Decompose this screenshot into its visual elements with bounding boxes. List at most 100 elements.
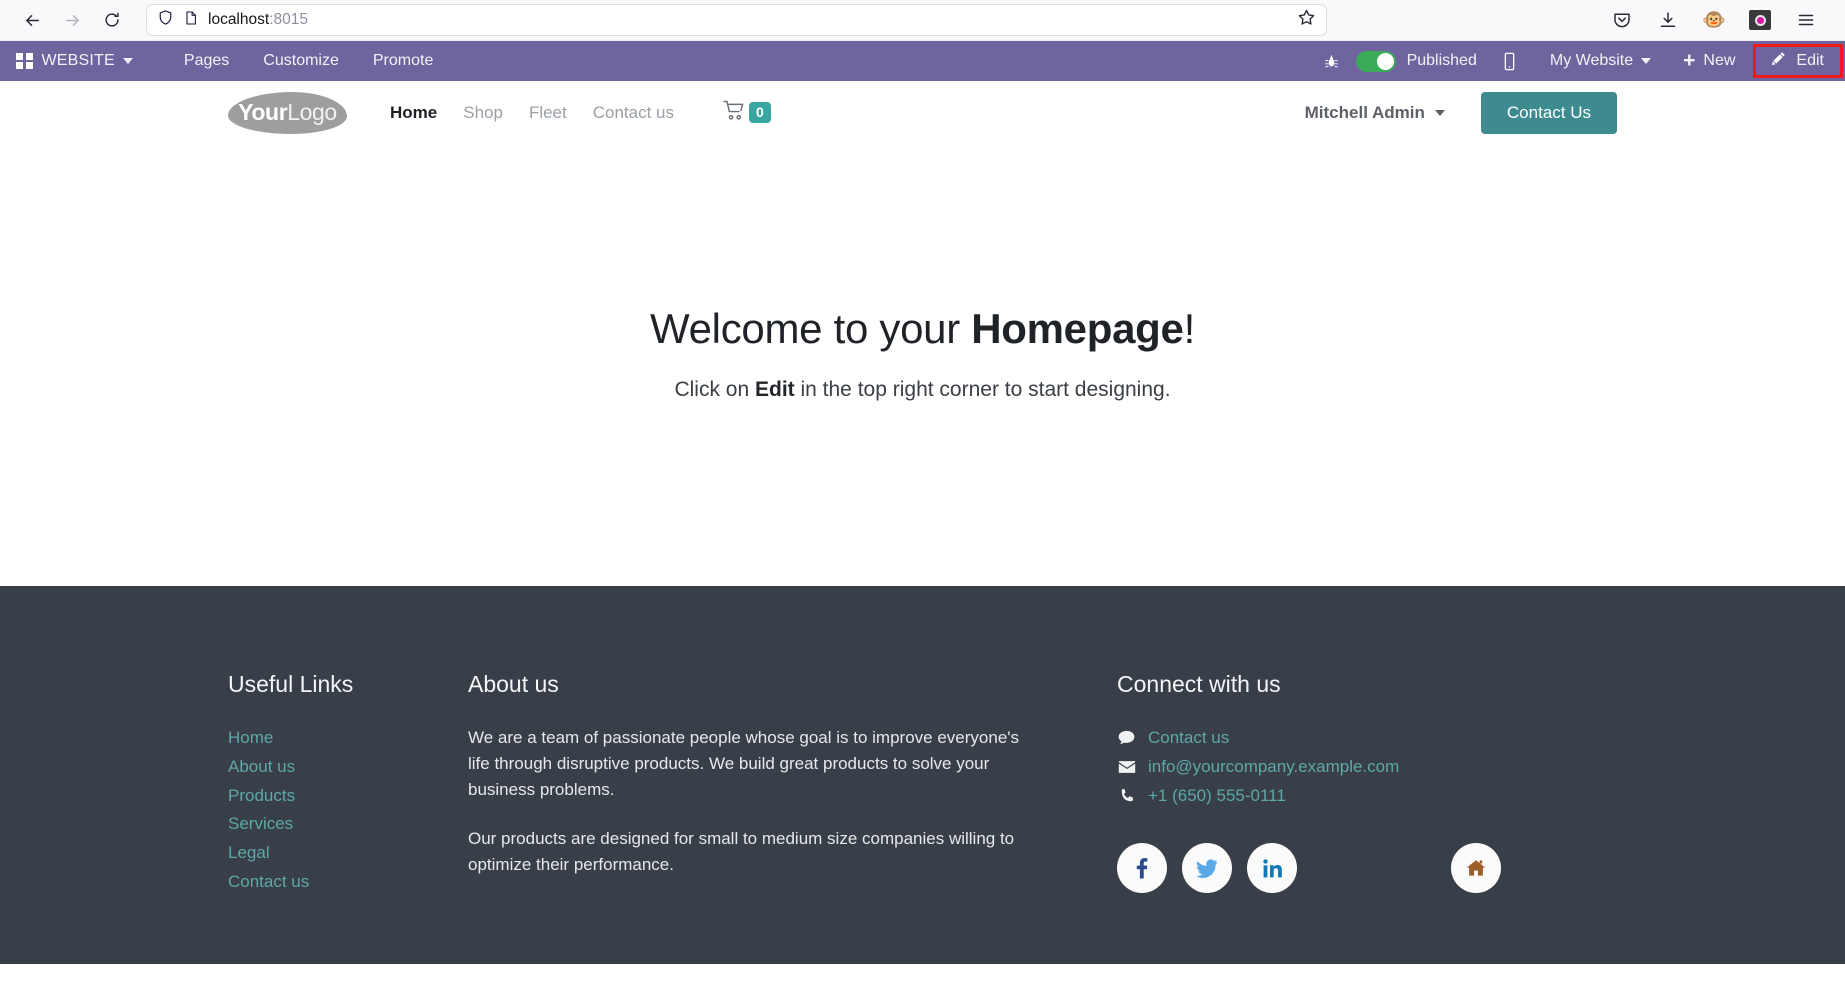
shield-icon[interactable] xyxy=(157,9,174,31)
browser-extensions-area: 🐵 xyxy=(1607,5,1831,35)
social-links xyxy=(1117,843,1617,894)
reload-icon xyxy=(103,11,121,29)
cart-button[interactable]: 0 xyxy=(723,100,771,126)
extension-icon[interactable] xyxy=(1745,5,1775,35)
back-button[interactable] xyxy=(14,4,50,36)
back-arrow-icon xyxy=(23,11,42,30)
footer-link-services[interactable]: Services xyxy=(228,811,468,837)
main-content: Welcome to your Homepage! Click on Edit … xyxy=(0,145,1845,586)
phone-icon xyxy=(1117,788,1136,804)
nav-link-home[interactable]: Home xyxy=(377,97,450,129)
star-icon[interactable] xyxy=(1297,8,1316,32)
odoo-top-navbar: WEBSITE Pages Customize Promote Publishe… xyxy=(0,41,1845,81)
facebook-icon[interactable] xyxy=(1117,843,1167,894)
useful-links-list: Home About us Products Services Legal Co… xyxy=(228,725,468,895)
menu-item-customize[interactable]: Customize xyxy=(246,43,356,79)
extension-dot-icon xyxy=(1754,14,1766,26)
website-header-right: Mitchell Admin Contact Us xyxy=(1305,91,1617,134)
app-name-label: WEBSITE xyxy=(41,52,115,69)
logo-text-bold: Your xyxy=(238,99,288,125)
subtext-suffix: in the top right corner to start designi… xyxy=(794,378,1171,401)
contact-link-chat[interactable]: Contact us xyxy=(1148,725,1229,751)
linkedin-icon[interactable] xyxy=(1247,843,1297,894)
about-paragraph-2: Our products are designed for small to m… xyxy=(468,828,1015,874)
website-selector[interactable]: My Website xyxy=(1536,52,1665,70)
footer-link-products[interactable]: Products xyxy=(228,783,468,809)
browser-toolbar: localhost:8015 🐵 xyxy=(0,0,1845,41)
contact-row-email: info@yourcompany.example.com xyxy=(1117,754,1617,780)
about-paragraph-1: We are a team of passionate people whose… xyxy=(468,728,1020,800)
user-name-label: Mitchell Admin xyxy=(1304,102,1425,122)
new-button[interactable]: + New xyxy=(1665,50,1753,71)
url-text[interactable]: localhost:8015 xyxy=(208,11,1288,29)
new-label: New xyxy=(1703,52,1736,69)
connect-title: Connect with us xyxy=(1117,671,1281,697)
mobile-preview-icon[interactable] xyxy=(1483,52,1536,71)
chevron-down-icon xyxy=(122,58,133,64)
edit-button[interactable]: Edit xyxy=(1753,44,1843,78)
about-title: About us xyxy=(468,671,559,697)
reload-button[interactable] xyxy=(94,4,130,36)
monkey-avatar-icon[interactable]: 🐵 xyxy=(1699,5,1729,35)
contact-row-chat: Contact us xyxy=(1117,725,1617,751)
odoo-navbar-left: WEBSITE Pages Customize Promote xyxy=(0,43,450,79)
page-document-icon xyxy=(183,10,199,31)
footer-link-home[interactable]: Home xyxy=(228,725,468,751)
hamburger-menu-icon[interactable] xyxy=(1791,5,1821,35)
download-icon[interactable] xyxy=(1653,5,1683,35)
footer-column-connect: Connect with us Contact us info@yourcomp… xyxy=(1117,671,1617,964)
nav-link-contact-us[interactable]: Contact us xyxy=(580,97,687,129)
logo-text: Your Logo xyxy=(228,92,347,134)
url-port: :8015 xyxy=(269,11,308,28)
footer-link-about-us[interactable]: About us xyxy=(228,754,468,780)
contact-row-phone: +1 (650) 555-0111 xyxy=(1117,783,1617,809)
edit-label: Edit xyxy=(1796,52,1824,69)
user-menu[interactable]: Mitchell Admin xyxy=(1305,103,1445,123)
footer-link-legal[interactable]: Legal xyxy=(228,840,468,866)
welcome-bold: Homepage xyxy=(971,305,1184,352)
address-bar[interactable]: localhost:8015 xyxy=(146,4,1327,36)
contact-list: Contact us info@yourcompany.example.com … xyxy=(1117,725,1617,808)
site-logo[interactable]: Your Logo xyxy=(228,91,347,134)
app-name-menu[interactable]: WEBSITE xyxy=(42,52,137,70)
subtext-prefix: Click on xyxy=(674,378,755,401)
footer-link-contact-us[interactable]: Contact us xyxy=(228,869,468,895)
forward-arrow-icon xyxy=(63,11,82,30)
site-navigation: Home Shop Fleet Contact us 0 xyxy=(377,97,771,129)
website-header: Your Logo Home Shop Fleet Contact us 0 Mi… xyxy=(0,81,1845,145)
comment-icon xyxy=(1117,730,1136,745)
subtext-bold: Edit xyxy=(754,378,795,401)
url-host: localhost xyxy=(208,11,270,28)
odoo-navbar-right: Published My Website + New Edit xyxy=(1307,41,1845,81)
published-label: Published xyxy=(1406,52,1477,69)
envelope-icon xyxy=(1117,760,1136,774)
site-footer: Useful Links Home About us Products Serv… xyxy=(0,586,1845,964)
contact-us-button[interactable]: Contact Us xyxy=(1480,91,1617,134)
twitter-icon[interactable] xyxy=(1182,843,1232,894)
menu-item-pages[interactable]: Pages xyxy=(167,43,246,79)
shopping-cart-icon xyxy=(723,100,746,126)
forward-button[interactable] xyxy=(54,4,90,36)
nav-link-shop[interactable]: Shop xyxy=(450,97,516,129)
page-title: Welcome to your Homepage! xyxy=(650,305,1195,353)
page-subtitle: Click on Edit in the top right corner to… xyxy=(674,378,1170,402)
footer-column-useful-links: Useful Links Home About us Products Serv… xyxy=(228,671,468,964)
apps-grid-icon[interactable] xyxy=(16,52,33,70)
website-selector-label: My Website xyxy=(1549,52,1634,69)
welcome-prefix: Welcome to your xyxy=(650,305,972,352)
useful-links-title: Useful Links xyxy=(228,671,354,697)
home-icon[interactable] xyxy=(1451,843,1501,894)
pocket-icon[interactable] xyxy=(1607,5,1637,35)
nav-link-fleet[interactable]: Fleet xyxy=(516,97,580,129)
menu-item-promote[interactable]: Promote xyxy=(356,43,450,79)
pencil-icon xyxy=(1770,50,1787,72)
chevron-down-icon xyxy=(1434,109,1445,116)
published-toggle[interactable]: Published xyxy=(1355,50,1483,72)
contact-link-phone[interactable]: +1 (650) 555-0111 xyxy=(1148,783,1286,809)
bug-icon[interactable] xyxy=(1307,53,1356,70)
welcome-suffix: ! xyxy=(1183,305,1196,352)
extension-badge xyxy=(1749,10,1771,30)
odoo-menu-items: Pages Customize Promote xyxy=(167,43,450,79)
contact-link-email[interactable]: info@yourcompany.example.com xyxy=(1148,754,1399,780)
toggle-switch-icon[interactable] xyxy=(1355,50,1396,72)
